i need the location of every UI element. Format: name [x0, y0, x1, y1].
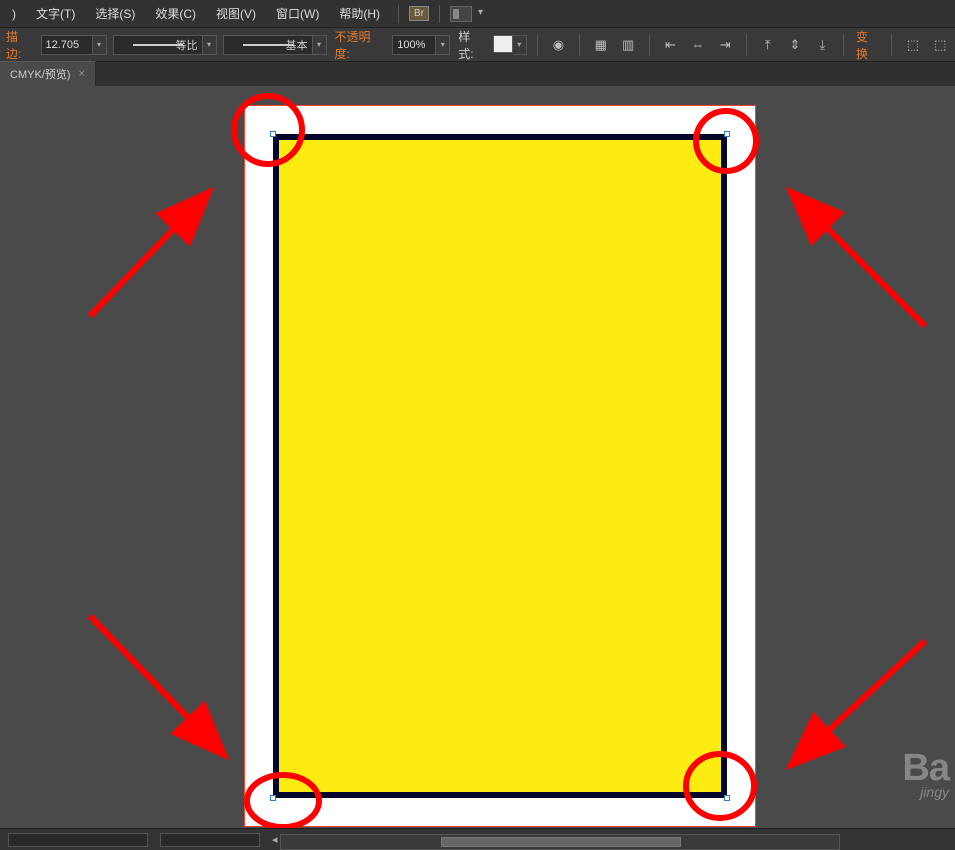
brush-step[interactable]: ▾	[313, 35, 327, 55]
recolor-icon[interactable]: ◉	[548, 35, 569, 55]
opacity-field[interactable]: 100%	[392, 35, 436, 55]
menu-help[interactable]: 帮助(H)	[331, 1, 388, 26]
stroke-label: 描边:	[4, 28, 35, 62]
watermark-small: jingy	[902, 784, 949, 800]
menu-window[interactable]: 窗口(W)	[268, 1, 327, 26]
selection-handle-tl[interactable]	[270, 131, 276, 137]
align-panel-icon[interactable]: ▦	[590, 35, 611, 55]
watermark-big: Ba	[902, 747, 949, 790]
document-tab-title: CMYK/预览)	[10, 66, 71, 82]
menu-select[interactable]: 选择(S)	[87, 1, 143, 26]
align-right-icon[interactable]: ⇥	[715, 35, 736, 55]
transform-button[interactable]: 变换	[854, 28, 881, 62]
menu-effect[interactable]: 效果(C)	[147, 1, 204, 26]
divider	[843, 34, 844, 56]
selection-handle-bl[interactable]	[270, 795, 276, 801]
document-tab[interactable]: CMYK/预览) ×	[0, 61, 96, 86]
menu-separator	[398, 5, 399, 23]
menu-separator-2	[439, 5, 440, 23]
canvas[interactable]: Ba jingy	[0, 86, 955, 828]
artboard[interactable]	[245, 106, 755, 826]
menu-partial[interactable]: )	[4, 3, 24, 25]
bridge-button[interactable]: Br	[409, 6, 429, 21]
style-label: 样式:	[456, 28, 487, 62]
align-top-icon[interactable]: ⤒	[757, 35, 778, 55]
divider	[891, 34, 892, 56]
divider	[649, 34, 650, 56]
divider	[579, 34, 580, 56]
align-hcenter-icon[interactable]: ⇔	[687, 35, 708, 55]
status-bar: ◂ 1	[0, 828, 955, 850]
brush-dropdown[interactable]: 基本	[223, 35, 313, 55]
isolate-icon-2[interactable]: ⬚	[930, 35, 951, 55]
opacity-step[interactable]: ▾	[436, 35, 450, 55]
options-bar: 描边: 12.705 ▾ 等比 ▾ 基本 ▾ 不透明度: 100% ▾ 样式: …	[0, 28, 955, 62]
align-panel-icon-2[interactable]: ▥	[617, 35, 638, 55]
scrollbar-horizontal[interactable]	[280, 834, 840, 850]
divider	[746, 34, 747, 56]
status-tool[interactable]	[160, 833, 260, 847]
scrollbar-thumb[interactable]	[441, 837, 681, 847]
align-bottom-icon[interactable]: ⤓	[812, 35, 833, 55]
status-nav-prev[interactable]: ◂	[272, 833, 278, 846]
isolate-icon[interactable]: ⬚	[902, 35, 923, 55]
style-step[interactable]: ▾	[513, 35, 527, 55]
align-vcenter-icon[interactable]: ⇕	[784, 35, 805, 55]
zoom-field[interactable]	[8, 833, 148, 847]
menu-view[interactable]: 视图(V)	[208, 1, 264, 26]
selection-handle-br[interactable]	[724, 795, 730, 801]
style-swatch[interactable]	[493, 35, 513, 53]
close-icon[interactable]: ×	[79, 68, 85, 80]
divider	[537, 34, 538, 56]
stroke-profile-dropdown[interactable]: 等比	[113, 35, 203, 55]
stroke-profile-step[interactable]: ▾	[203, 35, 217, 55]
document-tab-bar: CMYK/预览) ×	[0, 62, 955, 86]
opacity-label: 不透明度:	[333, 28, 387, 62]
workspace-switcher[interactable]	[450, 6, 472, 22]
align-left-icon[interactable]: ⇤	[660, 35, 681, 55]
stroke-weight-step[interactable]: ▾	[93, 35, 107, 55]
stroke-weight-field[interactable]: 12.705	[41, 35, 93, 55]
menu-text[interactable]: 文字(T)	[28, 1, 83, 26]
watermark: Ba jingy	[902, 747, 949, 800]
menu-bar: ) 文字(T) 选择(S) 效果(C) 视图(V) 窗口(W) 帮助(H) Br	[0, 0, 955, 28]
yellow-rectangle[interactable]	[273, 134, 727, 798]
selection-handle-tr[interactable]	[724, 131, 730, 137]
